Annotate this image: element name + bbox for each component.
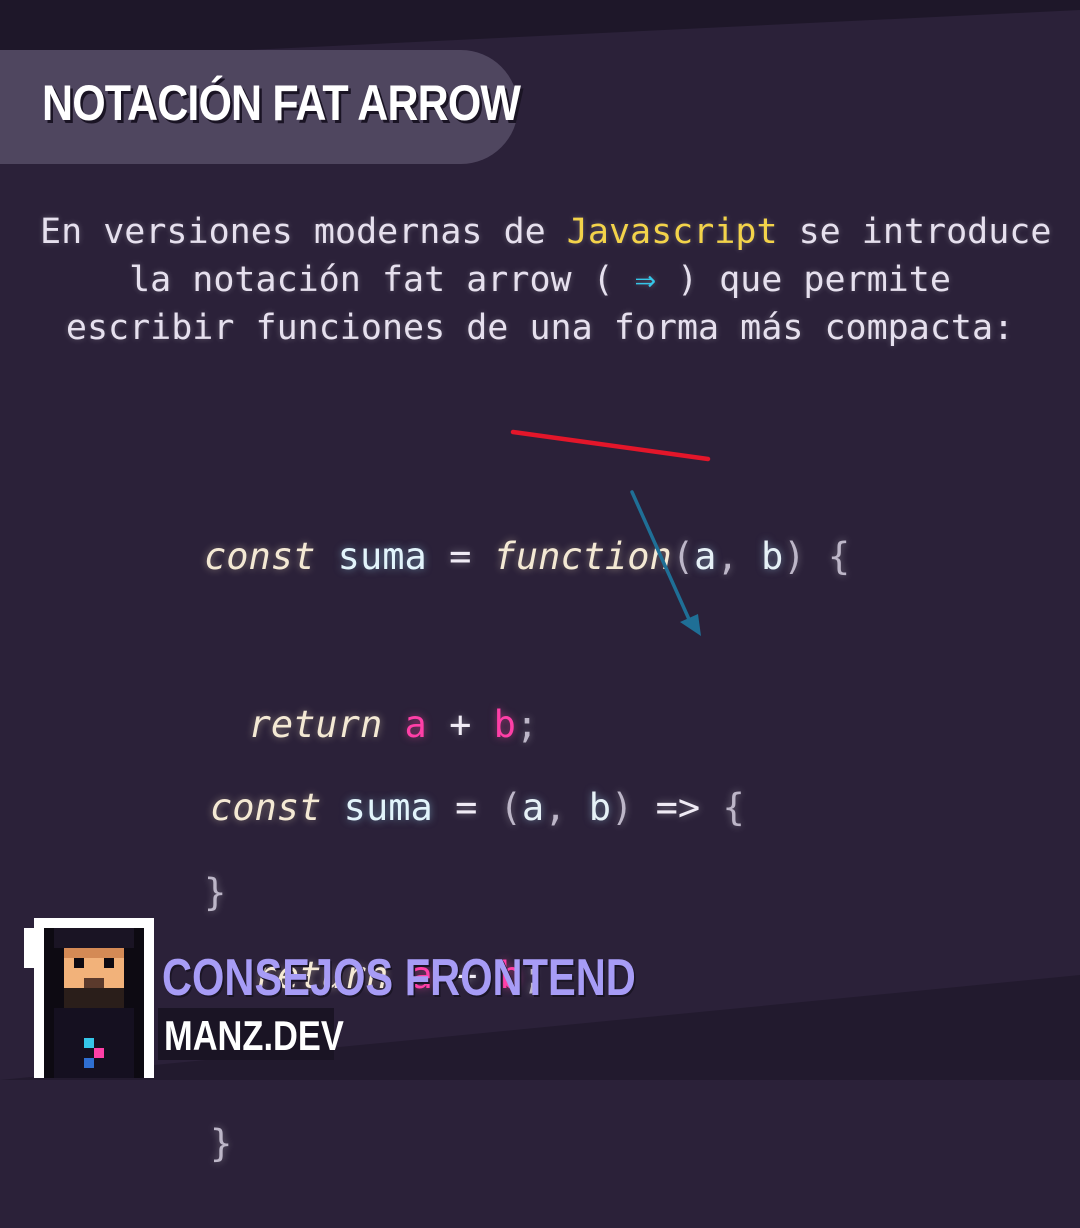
intro-text: la notación fat arrow ( <box>129 260 635 300</box>
punctuation: ) <box>611 786 656 829</box>
intro-text: En versiones modernas de <box>40 212 567 252</box>
brace: { <box>722 786 745 829</box>
operator: = <box>455 786 478 829</box>
intro-line-2: la notación fat arrow ( ⇒ ) que permite <box>40 256 1040 304</box>
punctuation: ( <box>671 535 695 578</box>
intro-line-3: escribir funciones de una forma más comp… <box>65 308 1015 348</box>
brace: } <box>210 1122 233 1165</box>
code-line: const suma = function(a, b) { <box>204 529 850 585</box>
brand-title: CONSEJOS FRONTEND <box>162 949 636 1007</box>
struck-function-keyword: function <box>493 535 672 578</box>
intro-line-1: En versiones modernas de Javascript se i… <box>40 208 1051 256</box>
param: b <box>588 786 612 829</box>
identifier: suma <box>337 535 427 578</box>
arrow-operator: => <box>655 786 701 829</box>
punctuation: , <box>544 786 589 829</box>
punctuation: ( <box>499 786 522 829</box>
keyword-const: const <box>210 786 322 829</box>
param: a <box>521 786 545 829</box>
javascript-highlight: Javascript <box>566 212 778 252</box>
avatar <box>24 918 154 1078</box>
page-title: NOTACIÓN FAT ARROW <box>42 75 521 131</box>
param: b <box>760 535 784 578</box>
param: a <box>694 535 717 578</box>
punctuation: , <box>716 535 761 578</box>
brace: { <box>827 535 851 578</box>
site-label-box: MANZ.DEV <box>158 1008 344 1060</box>
code-line: } <box>210 1116 745 1172</box>
intro-paragraph: En versiones modernas de Javascript se i… <box>40 208 1051 352</box>
intro-text: se introduce <box>777 212 1052 252</box>
operator: = <box>449 535 472 578</box>
identifier: suma <box>343 786 433 829</box>
keyword-const: const <box>204 535 316 578</box>
punctuation: ) <box>783 535 828 578</box>
site-label: MANZ.DEV <box>164 1012 344 1059</box>
fat-arrow-symbol: ⇒ <box>634 260 656 300</box>
code-line: const suma = (a, b) => { <box>210 780 745 836</box>
intro-text: ) que permite <box>655 260 951 300</box>
